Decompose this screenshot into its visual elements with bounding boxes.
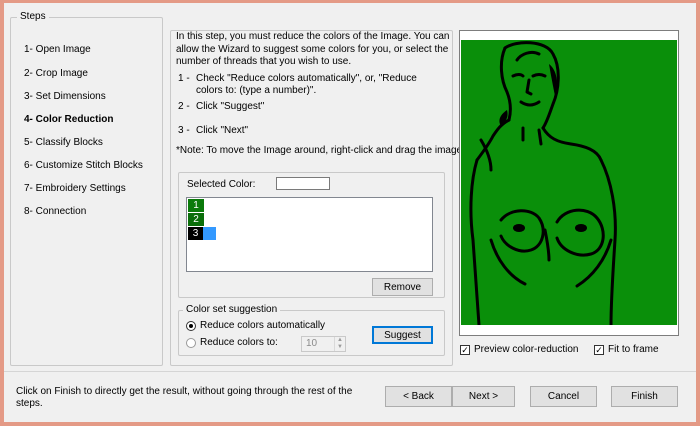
instruction-number: 3 - [178,125,190,136]
color-item-3[interactable]: 3 [188,227,216,240]
next-button[interactable]: Next > [452,386,515,407]
back-button[interactable]: < Back [385,386,452,407]
instruction-text: Click "Suggest" [196,101,265,112]
instruction-number: 2 - [178,101,190,112]
preview-color-reduction-label: Preview color-reduction [474,344,579,355]
preview-color-reduction-checkbox[interactable]: ✓ [460,344,470,355]
image-preview[interactable] [461,40,677,327]
cancel-button[interactable]: Cancel [530,386,597,407]
instruction-text: Click "Next" [196,125,249,136]
instruction-1: 1 - Check "Reduce colors automatically", … [178,73,448,97]
reduce-auto-option[interactable]: Reduce colors automatically [186,320,325,331]
reduce-colors-value: 10 [306,338,318,349]
step-classify-blocks[interactable]: 5- Classify Blocks [24,137,103,148]
fit-to-frame-option[interactable]: ✓ Fit to frame [594,344,659,355]
selected-color-label: Selected Color: [187,179,256,190]
remove-button[interactable]: Remove [372,278,433,296]
step-color-reduction[interactable]: 4- Color Reduction [24,114,113,125]
preview-color-reduction-option[interactable]: ✓ Preview color-reduction [460,344,579,355]
step-customize-stitch-blocks[interactable]: 6- Customize Stitch Blocks [24,160,143,171]
color-set-suggestion-legend: Color set suggestion [183,304,281,315]
fit-to-frame-label: Fit to frame [608,344,659,355]
instruction-text: Check "Reduce colors automatically", or,… [196,73,417,96]
reduce-manual-label: Reduce colors to: [200,337,278,348]
color-item-label: 1 [193,200,199,211]
color-item-1[interactable]: 1 [188,199,204,212]
instruction-number: 1 - [178,73,190,84]
selected-color-swatch [276,177,330,190]
reduce-colors-stepper[interactable]: 10 ▲ ▼ [301,336,346,352]
step-crop-image[interactable]: 2- Crop Image [24,68,88,79]
step-connection[interactable]: 8- Connection [24,206,86,217]
intro-text: In this step, you must reduce the colors… [176,31,450,67]
image-preview-frame[interactable] [459,30,679,336]
step-embroidery-settings[interactable]: 7- Embroidery Settings [24,183,126,194]
suggest-button[interactable]: Suggest [372,326,433,344]
instruction-2: 2 - Click "Suggest" [178,101,264,113]
footer-divider [4,371,696,372]
color-item-2[interactable]: 2 [188,213,204,226]
finish-hint-text: Click on Finish to directly get the resu… [16,386,353,409]
reduce-manual-radio[interactable] [186,337,196,348]
step-open-image[interactable]: 1- Open Image [24,44,91,55]
reduce-auto-label: Reduce colors automatically [200,320,326,331]
note-text: *Note: To move the Image around, right-c… [176,145,463,156]
reduce-manual-option[interactable]: Reduce colors to: [186,337,278,348]
steps-legend: Steps [17,11,49,22]
finish-button[interactable]: Finish [611,386,678,407]
step-set-dimensions[interactable]: 3- Set Dimensions [24,91,106,102]
stepper-arrows-icon[interactable]: ▲ ▼ [334,337,345,351]
fit-to-frame-checkbox[interactable]: ✓ [594,344,604,355]
instruction-3: 3 - Click "Next" [178,125,248,137]
color-item-label: 2 [193,214,199,225]
color-list[interactable]: 1 2 3 [186,197,433,272]
reduce-auto-radio[interactable] [186,320,196,331]
color-item-label: 3 [188,227,203,240]
reduced-image-icon [469,41,617,327]
